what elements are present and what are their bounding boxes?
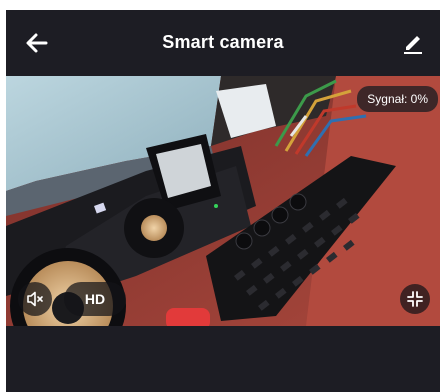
hd-quality-button[interactable]: HD [64, 282, 126, 316]
speaker-muted-icon [27, 291, 43, 307]
pencil-icon [404, 36, 422, 54]
fullscreen-exit-icon [407, 291, 423, 307]
camera-live-view[interactable]: Sygnał: 0% HD [6, 76, 440, 326]
top-bar: Smart camera [6, 10, 440, 76]
camera-screen: Smart camera Sygnał: 0% HD [6, 10, 440, 392]
fullscreen-button[interactable] [400, 284, 430, 314]
bottom-panel [6, 326, 440, 392]
signal-strength-badge: Sygnał: 0% [357, 86, 438, 112]
page-title: Smart camera [162, 32, 284, 52]
mute-button[interactable] [18, 282, 52, 316]
edit-button[interactable] [400, 30, 426, 56]
